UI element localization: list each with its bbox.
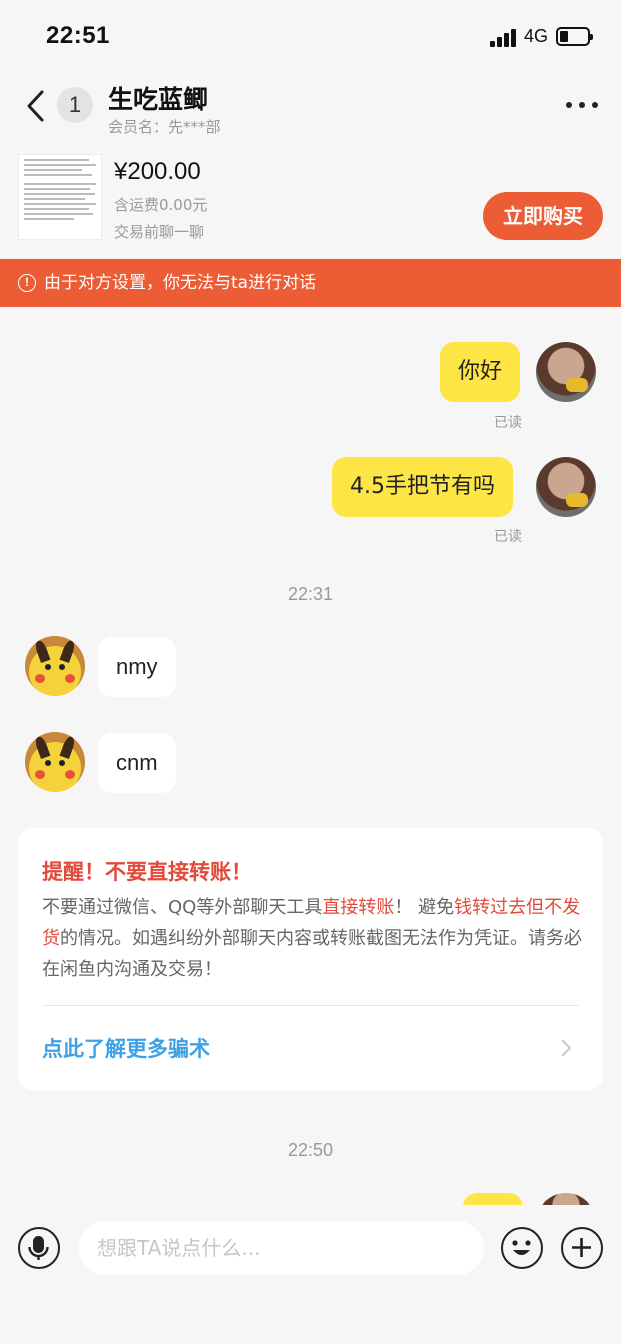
my-avatar[interactable] (536, 457, 596, 517)
read-receipt: 已读 (494, 415, 522, 431)
microphone-icon[interactable] (18, 1227, 60, 1269)
message-bubble-sent[interactable]: 你好 (440, 342, 521, 402)
battery-icon (556, 27, 593, 46)
buy-now-button[interactable]: 立即购买 (483, 192, 603, 240)
timestamp-separator: 22:31 (287, 584, 334, 604)
network-label: 4G (524, 26, 549, 46)
tip-title: 提醒！不要直接转账！ (42, 860, 252, 884)
tip-body: 不要通过微信、QQ等外部聊天工具直接转账！ 避免钱转过去但不发货的情况。如遇纠纷… (42, 892, 582, 985)
tip-body-text: ！ 避免 (394, 897, 455, 918)
tip-body-text: 不要通过微信、QQ等外部聊天工具 (42, 897, 323, 918)
timestamp-separator: 22:50 (287, 1140, 334, 1160)
status-time: 22:51 (46, 22, 110, 49)
message-bubble-sent[interactable]: 4.5手把节有吗 (332, 457, 513, 517)
chat-note: 交易前聊一聊 (114, 223, 205, 241)
banner-text: 由于对方设置，你无法与ta进行对话 (44, 273, 317, 293)
safety-tip-card: 提醒！不要直接转账！ 不要通过微信、QQ等外部聊天工具直接转账！ 避免钱转过去但… (18, 828, 603, 1090)
unread-count-badge[interactable]: 1 (57, 87, 93, 123)
divider (42, 1005, 579, 1006)
read-receipt: 已读 (494, 529, 522, 545)
status-bar: 22:51 4G (0, 0, 621, 74)
message-bubble-received[interactable]: cnm (98, 733, 176, 793)
chat-blocked-banner: ! 由于对方设置，你无法与ta进行对话 (0, 259, 621, 307)
alert-icon: ! (18, 274, 36, 292)
tip-body-text: 的情况。如遇纠纷外部聊天内容或转账截图无法作为凭证。请务必在闲鱼内沟通及交易！ (42, 928, 582, 980)
input-bar: 想跟TA说点什么... (0, 1205, 621, 1344)
my-avatar[interactable] (536, 342, 596, 402)
product-thumbnail[interactable] (18, 154, 102, 240)
product-card[interactable]: ¥200.00 含运费0.00元 交易前聊一聊 立即购买 (0, 144, 621, 259)
member-name-label: 会员名：先***部 (108, 118, 221, 136)
message-bubble-received[interactable]: nmy (98, 637, 176, 697)
shipping-fee: 含运费0.00元 (114, 196, 208, 214)
message-input[interactable]: 想跟TA说点什么... (79, 1221, 484, 1275)
product-price: ¥200.00 (114, 158, 201, 185)
add-more-icon[interactable] (561, 1227, 603, 1269)
back-icon[interactable] (22, 88, 52, 124)
chat-header: 1 生吃蓝鲫 会员名：先***部 (0, 74, 621, 144)
emoji-icon[interactable] (501, 1227, 543, 1269)
tip-body-highlight: 直接转账 (322, 897, 395, 918)
contact-avatar[interactable] (25, 636, 85, 696)
signal-icon (490, 29, 520, 47)
chevron-right-icon[interactable] (559, 1038, 573, 1058)
learn-more-link[interactable]: 点此了解更多骗术 (42, 1033, 210, 1063)
more-options-icon[interactable] (566, 102, 598, 110)
contact-name: 生吃蓝鲫 (108, 85, 209, 114)
contact-avatar[interactable] (25, 732, 85, 792)
